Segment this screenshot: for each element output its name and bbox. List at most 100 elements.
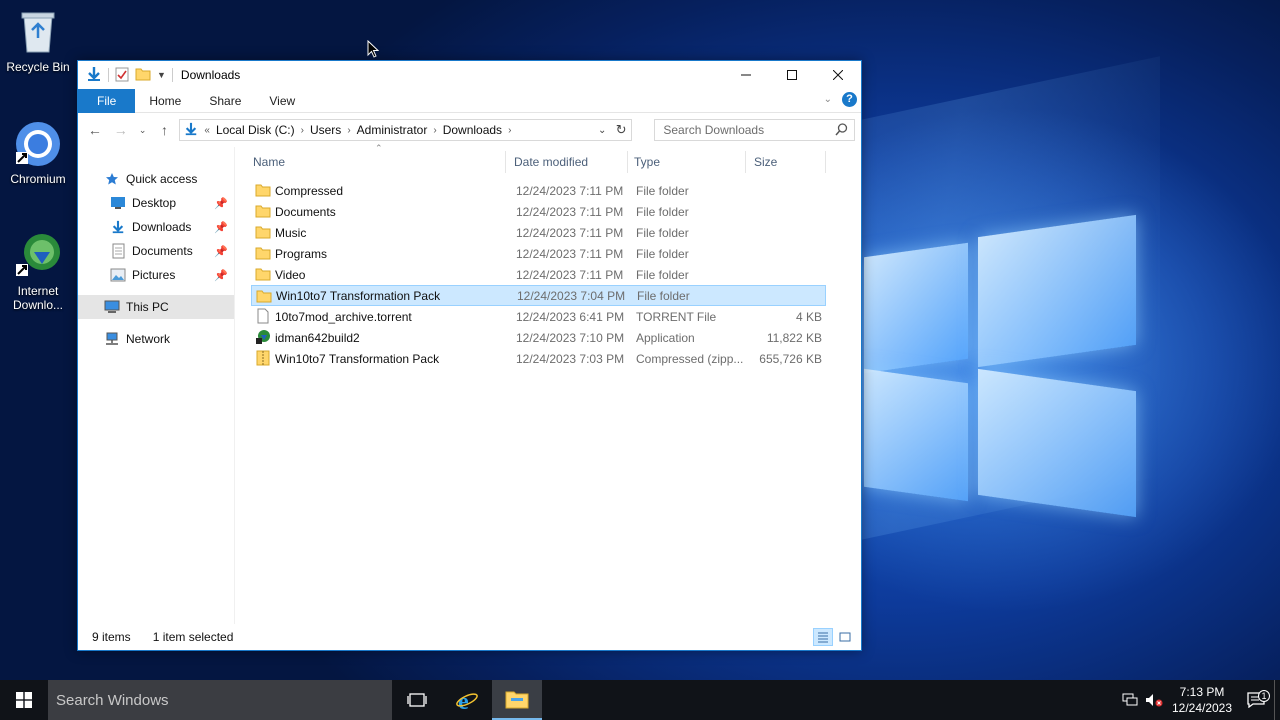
- pin-icon[interactable]: 📌: [214, 245, 228, 258]
- taskbar-clock[interactable]: 7:13 PM 12/24/2023: [1166, 684, 1238, 716]
- explorer-body: Quick access Desktop 📌 Downloads 📌 Docum…: [78, 143, 861, 624]
- start-button[interactable]: [0, 680, 48, 720]
- nav-item-label: Desktop: [132, 196, 177, 210]
- desktop-icon-recycle-bin[interactable]: Recycle Bin: [0, 8, 76, 74]
- column-headers: ⌃ Name Date modified Type Size: [251, 143, 861, 177]
- taskbar-file-explorer[interactable]: [492, 680, 542, 720]
- nav-item-downloads[interactable]: Downloads 📌: [78, 215, 234, 239]
- file-type: TORRENT File: [636, 309, 717, 324]
- address-history-chevron-icon[interactable]: ⌄: [598, 125, 606, 136]
- file-row[interactable]: Video 12/24/2023 7:11 PM File folder: [251, 264, 826, 285]
- action-center-button[interactable]: 1: [1238, 690, 1274, 708]
- tab-view[interactable]: View: [255, 89, 309, 113]
- navigation-pane[interactable]: Quick access Desktop 📌 Downloads 📌 Docum…: [78, 147, 235, 624]
- column-header-size[interactable]: Size: [754, 155, 777, 169]
- column-header-name[interactable]: Name: [253, 155, 285, 169]
- file-name: Music: [275, 225, 307, 240]
- file-row-selected[interactable]: Win10to7 Transformation Pack 12/24/2023 …: [251, 285, 826, 306]
- refresh-icon[interactable]: ↻: [616, 122, 627, 138]
- file-explorer-window[interactable]: ▼ Downloads File Home Share View ⌄ ? ← →…: [77, 60, 862, 651]
- new-folder-icon[interactable]: [135, 66, 151, 85]
- breadcrumb-administrator[interactable]: Administrator: [351, 123, 434, 137]
- file-type: File folder: [636, 267, 689, 282]
- file-row[interactable]: Compressed 12/24/2023 7:11 PM File folde…: [251, 180, 826, 201]
- file-list[interactable]: ⌃ Name Date modified Type Size Compresse…: [235, 143, 861, 624]
- column-header-type[interactable]: Type: [634, 155, 660, 169]
- up-button[interactable]: ↑: [154, 119, 176, 141]
- column-header-date[interactable]: Date modified: [514, 155, 588, 169]
- search-input[interactable]: [663, 123, 824, 137]
- large-icons-view-button[interactable]: [835, 628, 855, 646]
- breadcrumb-local-disk[interactable]: Local Disk (C:): [210, 123, 301, 137]
- taskbar-search-box[interactable]: Search Windows: [48, 680, 392, 720]
- nav-item-pictures[interactable]: Pictures 📌: [78, 263, 234, 287]
- file-row[interactable]: Programs 12/24/2023 7:11 PM File folder: [251, 243, 826, 264]
- network-tray-icon[interactable]: [1118, 693, 1142, 707]
- zip-folder-icon: [255, 350, 271, 366]
- nav-item-label: This PC: [126, 300, 169, 314]
- pin-icon[interactable]: 📌: [214, 197, 228, 210]
- star-icon: [104, 171, 120, 187]
- task-view-button[interactable]: [392, 680, 442, 720]
- tab-share[interactable]: Share: [195, 89, 255, 113]
- pin-icon[interactable]: 📌: [214, 221, 228, 234]
- navigation-bar: ← → ⌄ ↑ « Local Disk (C:) › Users › Admi…: [78, 113, 861, 147]
- window-controls: [723, 61, 861, 89]
- breadcrumb-separator-icon[interactable]: ›: [508, 125, 511, 136]
- file-name: Documents: [275, 204, 336, 219]
- file-row[interactable]: Documents 12/24/2023 7:11 PM File folder: [251, 201, 826, 222]
- nav-item-documents[interactable]: Documents 📌: [78, 239, 234, 263]
- taskbar-internet-explorer[interactable]: e: [442, 680, 492, 720]
- properties-icon[interactable]: [115, 66, 129, 85]
- download-arrow-icon: [110, 219, 126, 235]
- file-type: File folder: [637, 288, 690, 303]
- taskbar: Search Windows e 7:13 PM 12/24/2023 1: [0, 680, 1280, 720]
- file-row[interactable]: Win10to7 Transformation Pack 12/24/2023 …: [251, 348, 826, 369]
- nav-item-this-pc[interactable]: This PC: [78, 295, 234, 319]
- back-button[interactable]: ←: [84, 119, 106, 141]
- quick-access-toolbar: ▼: [78, 66, 173, 85]
- details-view-button[interactable]: [813, 628, 833, 646]
- nav-item-network[interactable]: Network: [78, 327, 234, 351]
- breadcrumb-downloads[interactable]: Downloads: [437, 123, 508, 137]
- tab-home[interactable]: Home: [135, 89, 195, 113]
- show-desktop-button[interactable]: [1274, 680, 1280, 720]
- file-row[interactable]: 10to7mod_archive.torrent 12/24/2023 6:41…: [251, 306, 826, 327]
- file-explorer-icon: [505, 691, 529, 709]
- address-bar[interactable]: « Local Disk (C:) › Users › Administrato…: [179, 119, 633, 141]
- file-size: 4 KB: [795, 309, 822, 324]
- desktop-icon-chromium[interactable]: Chromium: [0, 120, 76, 186]
- maximize-button[interactable]: [769, 61, 815, 89]
- download-arrow-icon[interactable]: [86, 66, 102, 85]
- desktop-icon-internet-download-manager[interactable]: Internet Downlo...: [0, 232, 76, 312]
- expand-ribbon-chevron-icon[interactable]: ⌄: [824, 94, 832, 105]
- search-icon: [835, 123, 848, 139]
- nav-item-desktop[interactable]: Desktop 📌: [78, 191, 234, 215]
- forward-button[interactable]: →: [110, 119, 132, 141]
- close-button[interactable]: [815, 61, 861, 89]
- nav-item-quick-access[interactable]: Quick access: [78, 167, 234, 191]
- recent-locations-chevron-icon[interactable]: ⌄: [136, 119, 150, 141]
- folder-icon: [256, 288, 272, 304]
- search-box[interactable]: [654, 119, 855, 141]
- tab-file[interactable]: File: [78, 88, 136, 113]
- desktop-icon-label: Chromium: [10, 172, 66, 186]
- breadcrumb-users[interactable]: Users: [304, 123, 347, 137]
- download-arrow-icon: [184, 122, 198, 139]
- selection-count: 1 item selected: [152, 630, 234, 644]
- customize-toolbar-chevron-icon[interactable]: ▼: [157, 70, 166, 80]
- file-row[interactable]: Music 12/24/2023 7:11 PM File folder: [251, 222, 826, 243]
- network-icon: [104, 331, 120, 347]
- file-name: Win10to7 Transformation Pack: [276, 288, 441, 303]
- computer-icon: [104, 299, 120, 315]
- title-bar[interactable]: ▼ Downloads: [78, 61, 861, 89]
- file-row[interactable]: idman642build2 12/24/2023 7:10 PM Applic…: [251, 327, 826, 348]
- nav-item-label: Documents: [132, 244, 193, 258]
- system-tray: 7:13 PM 12/24/2023 1: [1118, 680, 1280, 720]
- minimize-button[interactable]: [723, 61, 769, 89]
- pin-icon[interactable]: 📌: [214, 269, 228, 282]
- help-icon[interactable]: ?: [842, 92, 857, 107]
- file-name: idman642build2: [275, 330, 360, 345]
- file-name: Video: [275, 267, 306, 282]
- volume-muted-icon[interactable]: [1142, 693, 1166, 707]
